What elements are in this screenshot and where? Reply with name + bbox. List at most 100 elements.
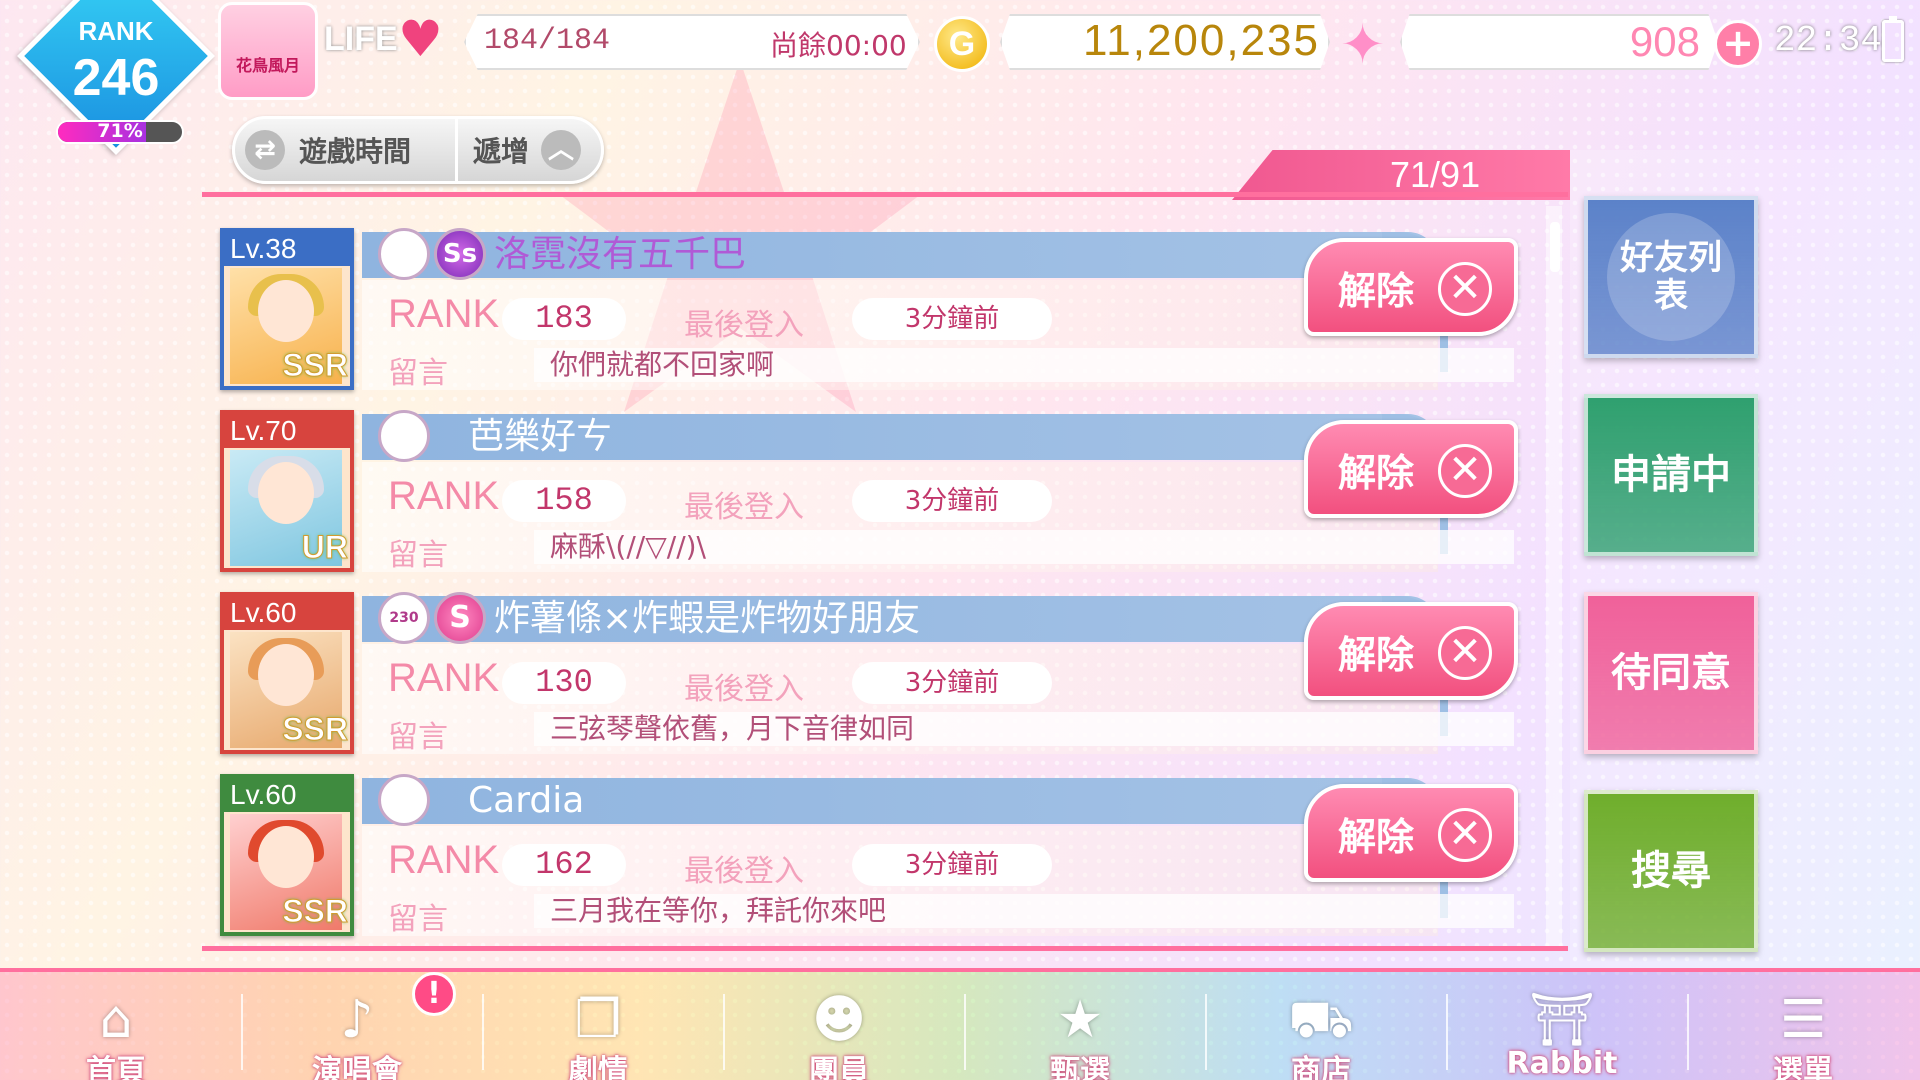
gold-value: 11,200,235: [1083, 16, 1320, 65]
bottom-nav-label: 甄選: [1050, 1054, 1110, 1080]
friend-message: 三弦琴聲依舊，月下音律如同: [534, 712, 1514, 746]
book-icon: ❐: [574, 990, 622, 1050]
side-nav-label: 好友列表: [1607, 213, 1735, 341]
friend-row[interactable]: Lv.38 SSR Ss 洛霓沒有五千巴 RANK 183 最後登入 3分鐘前 留言 你們就都不回…: [202, 220, 1532, 391]
side-nav-button[interactable]: 申請中: [1584, 394, 1758, 556]
friend-message: 你們就都不回家啊: [534, 348, 1514, 382]
weekly-rank-badge-icon: Ss: [434, 228, 486, 280]
heart-icon: ♥: [398, 10, 443, 68]
friend-leader-card[interactable]: Lv.70 UR: [220, 410, 354, 572]
message-label: 留言: [388, 720, 448, 755]
side-nav-label: 搜尋: [1631, 848, 1711, 894]
portrait-face: [258, 280, 314, 342]
sort-by-label: 遊戲時間: [299, 135, 412, 168]
last-login-value: 3分鐘前: [852, 298, 1052, 340]
last-login-label: 最後登入: [684, 854, 804, 889]
bottom-nav-label: 劇情: [568, 1054, 628, 1080]
side-nav-button[interactable]: 待同意: [1584, 592, 1758, 754]
nav-divider: [1205, 994, 1207, 1070]
last-login-value: 3分鐘前: [852, 480, 1052, 522]
friend-leader-card[interactable]: Lv.38 SSR: [220, 228, 354, 390]
friend-list: Lv.38 SSR Ss 洛霓沒有五千巴 RANK 183 最後登入 3分鐘前 留言 你們就都不回…: [202, 220, 1532, 950]
remove-label: 解除: [1338, 268, 1415, 313]
side-nav-button[interactable]: 好友列表: [1584, 196, 1758, 358]
friend-leader-card[interactable]: Lv.60 SSR: [220, 774, 354, 936]
rank-label: RANK: [388, 656, 500, 700]
portrait-face: [258, 462, 314, 524]
friend-rank: 130: [502, 662, 626, 704]
bottom-nav-item[interactable]: ⛩Rabbit Hall: [1472, 990, 1652, 1080]
rank-label: RANK: [78, 16, 154, 46]
bottom-nav-item[interactable]: ⛟ 商店: [1231, 990, 1411, 1080]
bottom-nav-label: Rabbit Hall: [1506, 1046, 1618, 1080]
rank-progress-text: 71%: [97, 120, 143, 142]
friend-row[interactable]: Lv.60 SSR Cardia RANK 162 最後登入 3分鐘前 留言 三月我在等你，拜託…: [202, 766, 1532, 937]
card-level: Lv.60: [224, 778, 350, 812]
sort-controls: ⇄ 遊戲時間 遞增 ︿: [232, 116, 604, 184]
list-top-border: [202, 192, 1568, 197]
friend-name: Cardia: [468, 780, 585, 821]
card-rarity: SSR: [282, 347, 349, 384]
friend-message: 三月我在等你，拜託你來吧: [534, 894, 1514, 928]
sparkle-gem-icon: ✦: [1340, 13, 1386, 76]
sort-by-button[interactable]: ⇄ 遊戲時間: [245, 119, 411, 181]
card-level: Lv.38: [224, 232, 350, 266]
side-nav-button[interactable]: 搜尋: [1584, 790, 1758, 952]
card-level: Lv.70: [224, 414, 350, 448]
bottom-nav-item[interactable]: ☰ 選單: [1713, 990, 1893, 1080]
bottom-nav-item[interactable]: ★ 甄選: [990, 990, 1170, 1080]
side-nav-label: 待同意: [1611, 650, 1731, 696]
rank-label: RANK: [388, 474, 500, 518]
remove-friend-button[interactable]: 解除 ✕: [1304, 238, 1518, 336]
friend-message: 麻酥\(//▽//)\: [534, 530, 1514, 564]
remove-friend-button[interactable]: 解除 ✕: [1304, 420, 1518, 518]
friend-name: 炸薯條×炸蝦是炸物好朋友: [494, 598, 921, 639]
rank-label: RANK: [388, 292, 500, 336]
home-icon: ⌂: [99, 990, 133, 1050]
nav-divider: [1446, 994, 1448, 1070]
bottom-nav-item[interactable]: ☻ 團員: [749, 990, 929, 1080]
list-scrollbar[interactable]: [1546, 206, 1562, 946]
friend-leader-card[interactable]: Lv.60 SSR: [220, 592, 354, 754]
event-ranking-badge[interactable]: 花鳥風月: [218, 2, 318, 100]
remove-friend-button[interactable]: 解除 ✕: [1304, 784, 1518, 882]
scrollbar-thumb[interactable]: [1550, 222, 1560, 272]
menu-list-icon: ☰: [1779, 990, 1827, 1050]
friend-name: 洛霓沒有五千巴: [494, 234, 747, 275]
add-gem-button[interactable]: +: [1714, 20, 1762, 68]
nav-divider: [723, 994, 725, 1070]
side-nav-label: 申請中: [1611, 452, 1731, 498]
remove-label: 解除: [1338, 814, 1415, 859]
swap-icon: ⇄: [245, 130, 285, 170]
bottom-nav: ⌂首頁♪演唱會❐劇情☻團員★甄選⛟商店⛩Rabbit Hall☰選單: [0, 968, 1920, 1080]
bottom-nav-item[interactable]: ⌂ 首頁: [26, 990, 206, 1080]
event-rank-badge-icon: 230: [378, 592, 430, 644]
last-login-label: 最後登入: [684, 308, 804, 343]
friend-row[interactable]: Lv.60 SSR 230 S 炸薯條×炸蝦是炸物好朋友 RANK 130 最後登入 3分鐘前留…: [202, 584, 1532, 755]
gold-coin-icon: G: [934, 16, 990, 72]
card-level: Lv.60: [224, 596, 350, 630]
friend-count: 71/91: [1390, 154, 1481, 195]
bottom-nav-label: 團員: [809, 1054, 869, 1080]
sort-divider: [455, 119, 458, 181]
bottom-nav-item[interactable]: ❐ 劇情: [508, 990, 688, 1080]
friend-row[interactable]: Lv.70 UR 芭樂好ㄘ RANK 158 最後登入 3分鐘前 留言 麻酥\(//▽//)\ 解…: [202, 402, 1532, 573]
remove-label: 解除: [1338, 450, 1415, 495]
event-rank-badge-icon: [378, 774, 430, 826]
last-login-label: 最後登入: [684, 490, 804, 525]
last-login-value: 3分鐘前: [852, 662, 1052, 704]
event-rank-badge-icon: [378, 410, 430, 462]
bottom-nav-label: 首頁: [86, 1054, 146, 1080]
weekly-rank-badge-icon: S: [434, 592, 486, 644]
close-icon: ✕: [1438, 626, 1492, 680]
close-icon: ✕: [1438, 262, 1492, 316]
last-login-value: 3分鐘前: [852, 844, 1052, 886]
bottom-nav-label: 商店: [1291, 1054, 1351, 1080]
rank-value: 246: [72, 49, 160, 107]
remove-friend-button[interactable]: 解除 ✕: [1304, 602, 1518, 700]
sort-order-button[interactable]: 遞增 ︿: [473, 119, 582, 181]
last-login-label: 最後登入: [684, 672, 804, 707]
battery-icon: [1882, 16, 1904, 62]
nav-divider: [482, 994, 484, 1070]
card-rarity: UR: [301, 529, 348, 566]
